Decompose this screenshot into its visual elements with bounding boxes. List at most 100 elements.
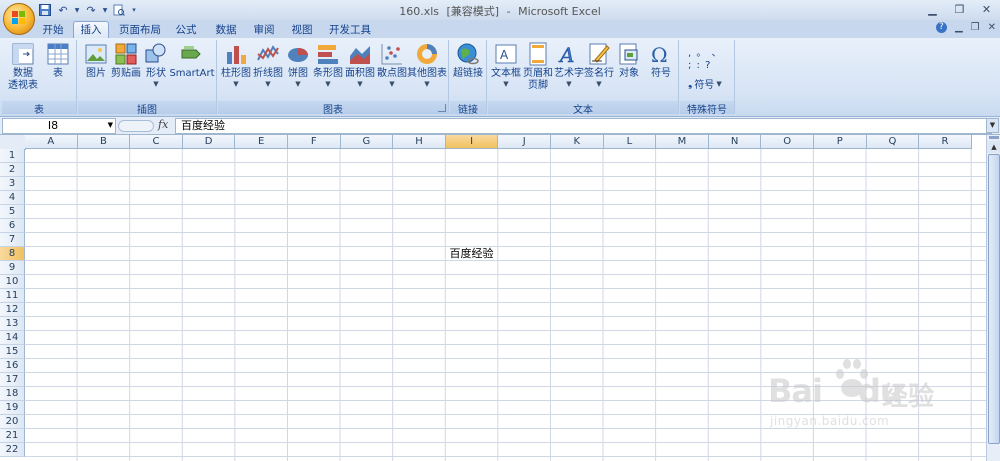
row-header-15[interactable]: 15 xyxy=(0,345,25,359)
tab-insert[interactable]: 插入 xyxy=(73,21,109,39)
picture-button[interactable]: 图片 xyxy=(82,42,110,80)
tab-developer[interactable]: 开发工具 xyxy=(326,22,374,38)
row-header-12[interactable]: 12 xyxy=(0,303,25,317)
scroll-thumb[interactable] xyxy=(988,154,1000,444)
row-header-17[interactable]: 17 xyxy=(0,373,25,387)
row-header-4[interactable]: 4 xyxy=(0,191,25,205)
row-header-10[interactable]: 10 xyxy=(0,275,25,289)
charts-dialog-launcher-icon[interactable] xyxy=(438,104,446,112)
smartart-button[interactable]: SmartArt xyxy=(169,42,215,80)
insert-function-icon[interactable]: fx xyxy=(158,118,168,131)
signature-line-button[interactable]: 签名行 ▼ xyxy=(584,42,614,88)
column-header-b[interactable]: B xyxy=(77,135,131,149)
column-header-h[interactable]: H xyxy=(393,135,446,149)
row-header-6[interactable]: 6 xyxy=(0,219,25,233)
row-header-8[interactable]: 8 xyxy=(0,247,25,261)
row-header-13[interactable]: 13 xyxy=(0,317,25,331)
group-illustrations-label: 插图 xyxy=(78,101,216,116)
row-header-5[interactable]: 5 xyxy=(0,205,25,219)
column-header-e[interactable]: E xyxy=(235,135,288,149)
cell-i8[interactable]: 百度经验 xyxy=(445,247,498,261)
row-header-3[interactable]: 3 xyxy=(0,177,25,191)
office-button[interactable] xyxy=(3,3,35,35)
smartart-icon xyxy=(181,46,201,59)
tab-home[interactable]: 开始 xyxy=(38,22,68,38)
special-glyphs-row1[interactable]: , 。 、 xyxy=(688,44,723,59)
tab-formulas[interactable]: 公式 xyxy=(171,22,201,38)
vertical-scrollbar[interactable]: ▲ xyxy=(986,135,1000,461)
select-all-corner[interactable] xyxy=(0,135,26,150)
column-header-c[interactable]: C xyxy=(130,135,183,149)
column-chart-button[interactable]: 柱形图 ▼ xyxy=(220,42,252,88)
restore-icon[interactable]: ❐ xyxy=(946,0,973,18)
watermark-cn: 经验 xyxy=(882,382,935,412)
column-header-q[interactable]: Q xyxy=(866,135,920,149)
split-handle[interactable] xyxy=(989,136,999,139)
column-header-o[interactable]: O xyxy=(761,135,814,149)
minimize-icon[interactable]: ▁ xyxy=(919,0,946,18)
column-header-f[interactable]: F xyxy=(288,135,341,149)
row-header-20[interactable]: 20 xyxy=(0,415,25,429)
column-header-d[interactable]: D xyxy=(182,135,236,149)
textbox-dropdown-icon: ▼ xyxy=(503,80,509,88)
row-header-9[interactable]: 9 xyxy=(0,261,25,275)
column-header-r[interactable]: R xyxy=(919,135,972,149)
scroll-up-icon[interactable]: ▲ xyxy=(987,141,1000,153)
special-glyphs-row2[interactable]: ; : ? xyxy=(688,60,711,71)
shapes-button[interactable]: 形状 ▼ xyxy=(144,42,168,88)
object-button[interactable]: 对象 xyxy=(614,42,644,80)
workbook-minimize-icon[interactable]: ▁ xyxy=(955,22,963,33)
symbol-button[interactable]: Ω 符号 xyxy=(646,42,676,80)
textbox-button[interactable]: A 文本框 ▼ xyxy=(490,42,522,88)
wordart-button[interactable]: A 艺术字 ▼ xyxy=(554,42,584,88)
row-header-11[interactable]: 11 xyxy=(0,289,25,303)
row-header-22[interactable]: 22 xyxy=(0,443,25,457)
workbook-close-icon[interactable]: ✕ xyxy=(988,22,996,33)
scatter-chart-button[interactable]: 散点图 ▼ xyxy=(376,42,408,88)
row-header-7[interactable]: 7 xyxy=(0,233,25,247)
other-charts-button[interactable]: 其他图表 ▼ xyxy=(407,42,447,88)
help-icon[interactable]: ? xyxy=(935,22,947,33)
line-chart-button[interactable]: 折线图 ▼ xyxy=(252,42,284,88)
close-icon[interactable]: ✕ xyxy=(973,0,1000,18)
group-links: 超链接 链接 xyxy=(450,40,487,116)
hyperlink-button[interactable]: 超链接 xyxy=(452,42,484,80)
formula-input[interactable]: 百度经验 xyxy=(175,118,992,134)
column-header-g[interactable]: G xyxy=(340,135,394,149)
column-header-a[interactable]: A xyxy=(25,135,78,149)
table-button[interactable]: 表 xyxy=(44,42,72,80)
formula-cancel-enter-buttons[interactable] xyxy=(118,120,154,132)
column-header-k[interactable]: K xyxy=(551,135,604,149)
name-box[interactable]: I8 ▼ xyxy=(2,118,116,134)
row-header-16[interactable]: 16 xyxy=(0,359,25,373)
column-header-n[interactable]: N xyxy=(708,135,762,149)
row-header-21[interactable]: 21 xyxy=(0,429,25,443)
pie-chart-button[interactable]: 饼图 ▼ xyxy=(284,42,312,88)
column-header-p[interactable]: P xyxy=(814,135,867,149)
clipart-button[interactable]: 剪贴画 xyxy=(110,42,142,80)
name-box-dropdown-icon[interactable]: ▼ xyxy=(108,121,113,129)
row-header-18[interactable]: 18 xyxy=(0,387,25,401)
row-header-1[interactable]: 1 xyxy=(0,149,25,163)
header-footer-button[interactable]: 页眉和 页脚 xyxy=(522,42,554,92)
ribbon-tab-row: 开始 插入 页面布局 公式 数据 审阅 视图 开发工具 ? ▁ ❐ ✕ xyxy=(0,20,1000,39)
tab-data[interactable]: 数据 xyxy=(211,22,241,38)
other-charts-dropdown-icon: ▼ xyxy=(424,80,430,88)
pivot-table-button[interactable]: 数据 透视表 xyxy=(6,42,40,92)
area-chart-button[interactable]: 面积图 ▼ xyxy=(344,42,376,88)
column-header-i[interactable]: I xyxy=(445,135,499,149)
row-header-19[interactable]: 19 xyxy=(0,401,25,415)
formula-expand-icon[interactable]: ▼ xyxy=(986,118,999,133)
column-header-j[interactable]: J xyxy=(498,135,551,149)
column-header-l[interactable]: L xyxy=(603,135,657,149)
tab-review[interactable]: 审阅 xyxy=(249,22,279,38)
column-chart-icon xyxy=(227,46,246,64)
bar-chart-button[interactable]: 条形图 ▼ xyxy=(312,42,344,88)
column-header-m[interactable]: M xyxy=(656,135,709,149)
special-symbol-button[interactable]: ❟ 符号 ▼ xyxy=(688,76,722,92)
tab-view[interactable]: 视图 xyxy=(287,22,317,38)
row-header-2[interactable]: 2 xyxy=(0,163,25,177)
tab-page-layout[interactable]: 页面布局 xyxy=(115,22,165,38)
workbook-restore-icon[interactable]: ❐ xyxy=(971,22,980,33)
row-header-14[interactable]: 14 xyxy=(0,331,25,345)
